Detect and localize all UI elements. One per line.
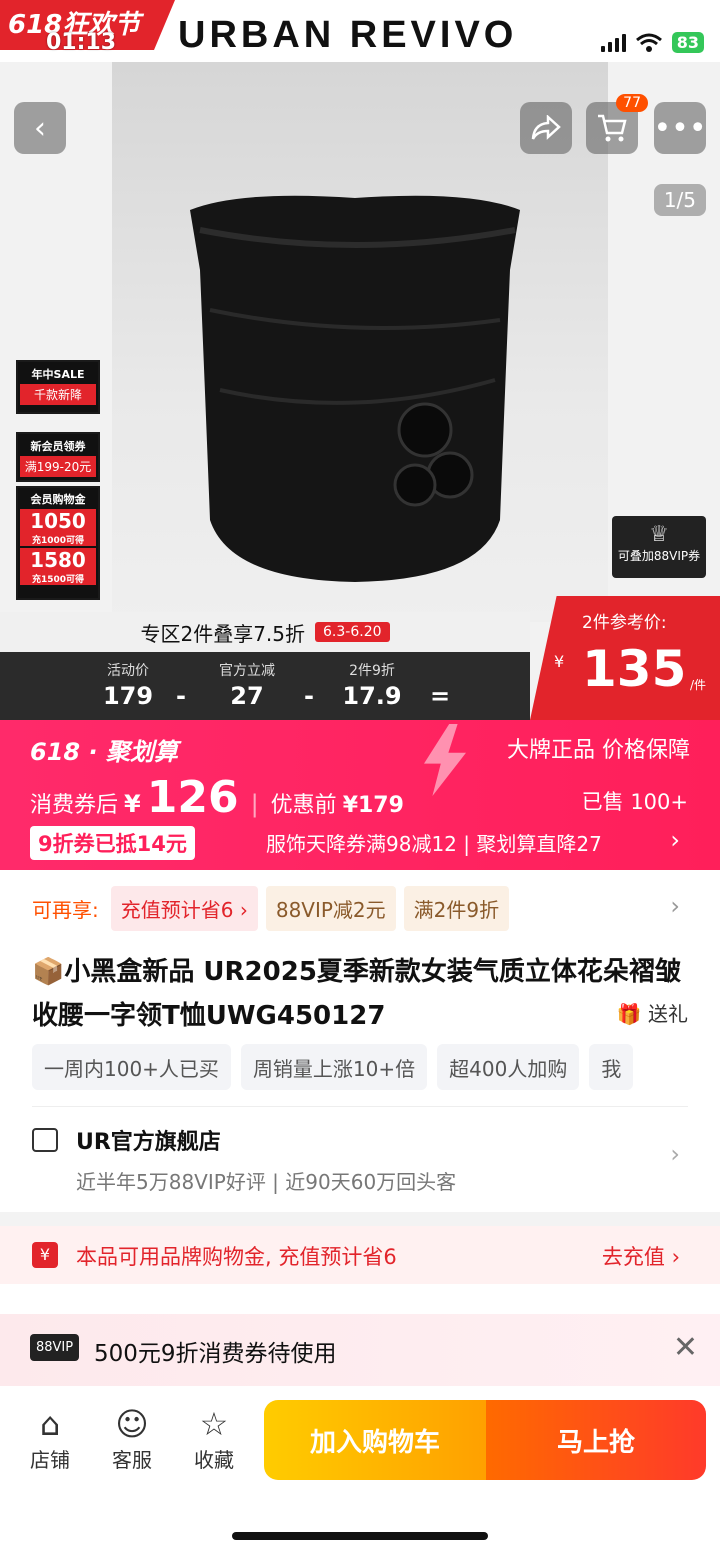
calc-op: -: [304, 682, 314, 710]
promo-tile-member-gold[interactable]: 会员购物金 1050 充1000可得 1580 充1500可得: [16, 486, 100, 600]
calc-official-discount: 官方立减 27: [219, 663, 275, 710]
back-button[interactable]: ‹: [14, 102, 66, 154]
product-gallery[interactable]: 618狂欢节 URBAN REVIVO 01:13 83 ‹ 77 ••• 1/…: [0, 0, 720, 720]
yen-icon: ¥: [32, 1242, 58, 1268]
shopping-gold-text: 本品可用品牌购物金, 充值预计省6: [76, 1245, 397, 1269]
gift-label: 送礼: [648, 1002, 688, 1026]
coupon-price: 消费券后 ¥ 126 | 优惠前 ¥179: [30, 772, 404, 823]
divider: [32, 1106, 688, 1107]
cart-icon: [598, 114, 627, 142]
promo-tile-title: 新会员领券: [30, 440, 86, 453]
zone-date: 6.3-6.20: [315, 622, 390, 642]
store-icon: [32, 1128, 58, 1152]
promo-tile-sub: 千款新降: [20, 384, 96, 405]
shop-name: UR官方旗舰店: [76, 1130, 221, 1155]
chevron-right-icon[interactable]: ›: [670, 892, 680, 920]
vip-coupon-text: 500元9折消费券待使用: [94, 1341, 337, 1367]
calc-activity-price: 活动价 179: [102, 663, 154, 710]
battery-icon: 83: [671, 32, 704, 53]
vip-coupon-banner[interactable]: 88VIP 500元9折消费券待使用 ✕: [0, 1314, 720, 1386]
vip-logo: 88VIP: [30, 1334, 80, 1361]
price-calc-bar: 活动价 179 - 官方立减 27 - 2件9折 17.9 =: [0, 652, 530, 720]
chevron-right-icon: ›: [670, 826, 680, 854]
more-promotions-label: 可再享:: [32, 897, 99, 922]
juhuasuan-section[interactable]: 618 · 聚划算 大牌正品 价格保障 消费券后 ¥ 126 | 优惠前 ¥17…: [0, 720, 720, 870]
nav-shop-label: 店铺: [30, 1448, 70, 1472]
gift-icon: 🎁: [616, 1002, 642, 1026]
gift-button[interactable]: 🎁 送礼: [617, 998, 688, 1027]
nav-favorite[interactable]: ☆ 收藏: [182, 1404, 246, 1473]
nav-shop[interactable]: ⌂ 店铺: [18, 1404, 82, 1473]
share-button[interactable]: [520, 102, 572, 154]
store-icon: ⌂: [39, 1405, 61, 1443]
close-icon[interactable]: ✕: [673, 1330, 698, 1365]
promo-pill[interactable]: 88VIP减2元: [265, 885, 396, 931]
sold-count: 已售 100+: [581, 790, 688, 814]
shopping-gold-row[interactable]: ¥ 本品可用品牌购物金, 充值预计省6 去充值 ›: [0, 1226, 720, 1284]
tag: 周销量上涨10+倍: [240, 1044, 428, 1090]
star-icon: ☆: [199, 1405, 229, 1443]
promo-tile-new-member[interactable]: 新会员领券 满199-20元: [16, 432, 100, 482]
zone-bar: 专区2件叠享7.5折 6.3-6.20: [0, 612, 530, 652]
product-image: [190, 195, 520, 582]
promo-pill[interactable]: 充值预计省6 ›: [110, 885, 258, 931]
recharge-link[interactable]: 去充值 ›: [602, 1241, 680, 1271]
more-icon: •••: [653, 110, 707, 146]
zone-text: 专区2件叠享7.5折: [140, 621, 306, 646]
wifi-icon: [635, 33, 662, 52]
vip-stack-tile[interactable]: ♕ 可叠加88VIP券: [612, 516, 706, 578]
page-indicator: 1/5: [653, 184, 706, 216]
nav-service[interactable]: ☺ 客服: [100, 1404, 164, 1473]
customer-service-icon: ☺: [115, 1405, 149, 1443]
lightning-icon: [424, 724, 466, 796]
crown-icon: ♕: [649, 522, 669, 547]
tag: 超400人加购: [437, 1044, 580, 1090]
section-gap: [0, 1212, 720, 1226]
promo-tile-sub: 满199-20元: [20, 456, 96, 477]
status-icons: 83: [600, 32, 704, 53]
section-gap: [0, 1284, 720, 1314]
buy-now-button[interactable]: 马上抢: [486, 1400, 706, 1480]
more-button[interactable]: •••: [653, 102, 707, 154]
product-title: 📦小黑盒新品 UR2025夏季新款女装气质立体花朵褶皱收腰一字领T恤UWG450…: [32, 957, 681, 1031]
nav-service-label: 客服: [112, 1448, 152, 1472]
calc-op: =: [430, 682, 451, 710]
juhuasuan-logo: 618 · 聚划算: [30, 738, 178, 766]
gold-amount-1: 1050 充1000可得: [20, 509, 96, 546]
promo-tile-title: 会员购物金: [30, 493, 86, 506]
chevron-left-icon: ‹: [34, 110, 46, 146]
promo-pill[interactable]: 满2件9折: [403, 885, 510, 931]
promo-tile-sale[interactable]: 年中SALE 千款新降: [16, 360, 100, 414]
social-proof-tags: 一周内100+人已买 周销量上涨10+倍 超400人加购 我: [32, 1044, 720, 1090]
discount-note: 服饰天降券满98减12 | 聚划算直降27: [266, 832, 602, 856]
coupon-applied-badge: 9折券已抵14元: [30, 826, 195, 860]
calc-two-piece-discount: 2件9折 17.9: [342, 663, 402, 710]
share-icon: [531, 115, 561, 140]
calc-op: -: [176, 682, 186, 710]
vip-stack-label: 可叠加88VIP券: [617, 549, 701, 563]
signal-icon: [600, 33, 626, 52]
cart-button[interactable]: 77: [586, 94, 648, 154]
tag: 我: [589, 1044, 634, 1090]
cart-count-badge: 77: [616, 94, 648, 112]
status-time: 01:13: [46, 30, 117, 55]
add-to-cart-button[interactable]: 加入购物车: [264, 1400, 486, 1480]
nav-favorite-label: 收藏: [194, 1448, 234, 1472]
reference-price: 2件参考价: ¥ 135 /件: [530, 596, 720, 720]
chevron-right-icon: ›: [670, 1140, 680, 1168]
bottom-action-bar: ⌂ 店铺 ☺ 客服 ☆ 收藏 加入购物车 马上抢: [0, 1386, 720, 1558]
gold-amount-2: 1580 充1500可得: [20, 548, 96, 585]
shop-meta: 近半年5万88VIP好评 | 近90天60万回头客: [76, 1170, 457, 1194]
tag: 一周内100+人已买: [32, 1044, 231, 1090]
juhuasuan-slogan: 大牌正品 价格保障: [507, 738, 690, 763]
home-indicator: [232, 1532, 488, 1540]
promo-tile-title: 年中SALE: [31, 368, 85, 381]
brand-logo: URBAN REVIVO: [178, 14, 518, 56]
shop-row[interactable]: UR官方旗舰店 近半年5万88VIP好评 | 近90天60万回头客 ›: [32, 1122, 688, 1202]
more-promotions[interactable]: 可再享: 充值预计省6 › 88VIP减2元 满2件9折: [0, 880, 720, 936]
